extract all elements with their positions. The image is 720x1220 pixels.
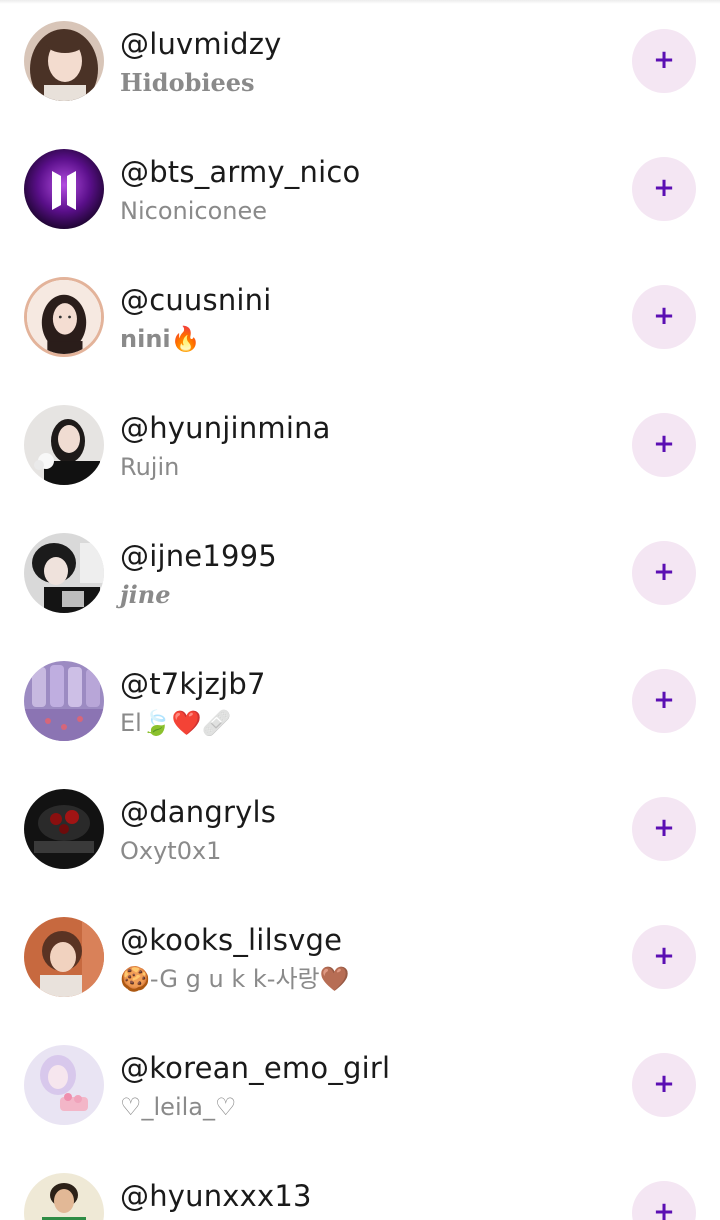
avatar[interactable] [24,1045,104,1125]
username-handle: @cuusnini [120,283,272,317]
display-name: Hidobiees [120,68,255,97]
plus-icon: + [653,45,675,75]
avatar[interactable] [24,533,104,613]
illustrated-girl-avatar [27,280,101,354]
follow-button[interactable]: + [632,413,696,477]
avatar[interactable] [24,277,104,357]
plus-icon: + [653,429,675,459]
avatar[interactable] [24,405,104,485]
list-item[interactable]: @t7kjzjb7 El🍃❤️🩹 + [0,640,720,768]
username-handle: @ijne1995 [120,539,277,573]
follow-button[interactable]: + [632,797,696,861]
bts-logo-avatar [24,149,104,229]
girl-with-flowers-avatar [24,405,104,485]
username-handle: @kooks_lilsvge [120,923,343,957]
list-item[interactable]: @hyunjinmina Rujin + [0,384,720,512]
username-handle: @luvmidzy [120,27,282,61]
username-handle: @bts_army_nico [120,155,361,189]
purple-bottles-avatar [24,661,104,741]
list-item[interactable]: @cuusnini nini🔥 + [0,256,720,384]
list-item[interactable]: @bts_army_nico Niconiconee + [0,128,720,256]
boy-portrait-avatar [24,917,104,997]
avatar[interactable] [24,661,104,741]
username-handle: @t7kjzjb7 [120,667,266,701]
list-item[interactable]: @dangryls Oxyt0x1 + [0,768,720,896]
follow-button[interactable]: + [632,285,696,349]
girl-selfie-avatar [24,533,104,613]
list-item[interactable]: @kooks_lilsvge 🍪-G g u k k-사랑🤎 + [0,896,720,1024]
username-handle: @dangryls [120,795,277,829]
display-name: ♡_leila_♡ [120,1093,237,1121]
display-name: Niconiconee [120,197,267,225]
list-item[interactable]: @korean_emo_girl ♡_leila_♡ + [0,1024,720,1152]
plus-icon: + [653,557,675,587]
follow-button[interactable]: + [632,541,696,605]
avatar[interactable] [24,1173,104,1220]
plus-icon: + [653,301,675,331]
display-name: Oxyt0x1 [120,837,222,865]
avatar[interactable] [24,789,104,869]
follow-button[interactable]: + [632,157,696,221]
follow-button[interactable]: + [632,925,696,989]
avatar[interactable] [24,21,104,101]
username-handle: @korean_emo_girl [120,1051,391,1085]
follow-button[interactable]: + [632,1053,696,1117]
follow-button[interactable]: + [632,1181,696,1220]
display-name: nini🔥 [120,325,201,353]
username-handle: @hyunjinmina [120,411,331,445]
follow-button[interactable]: + [632,29,696,93]
plus-icon: + [653,173,675,203]
display-name: El🍃❤️🩹 [120,709,232,737]
plus-icon: + [653,813,675,843]
boy-green-shirt-avatar [24,1173,104,1220]
list-item[interactable]: @luvmidzy Hidobiees + [0,0,720,128]
pastel-pink-avatar [24,1045,104,1125]
display-name: 🍪-G g u k k-사랑🤎 [120,965,350,993]
portrait-girl-avatar [24,21,104,101]
follow-button[interactable]: + [632,669,696,733]
dark-red-avatar [24,789,104,869]
list-item[interactable]: @hyunxxx13 + [0,1152,720,1220]
plus-icon: + [653,1197,675,1220]
username-handle: @hyunxxx13 [120,1179,312,1213]
avatar[interactable] [24,917,104,997]
display-name: jine [120,580,171,609]
list-item[interactable]: @ijne1995 jine + [0,512,720,640]
avatar[interactable] [24,149,104,229]
plus-icon: + [653,685,675,715]
plus-icon: + [653,1069,675,1099]
plus-icon: + [653,941,675,971]
display-name: Rujin [120,453,180,481]
